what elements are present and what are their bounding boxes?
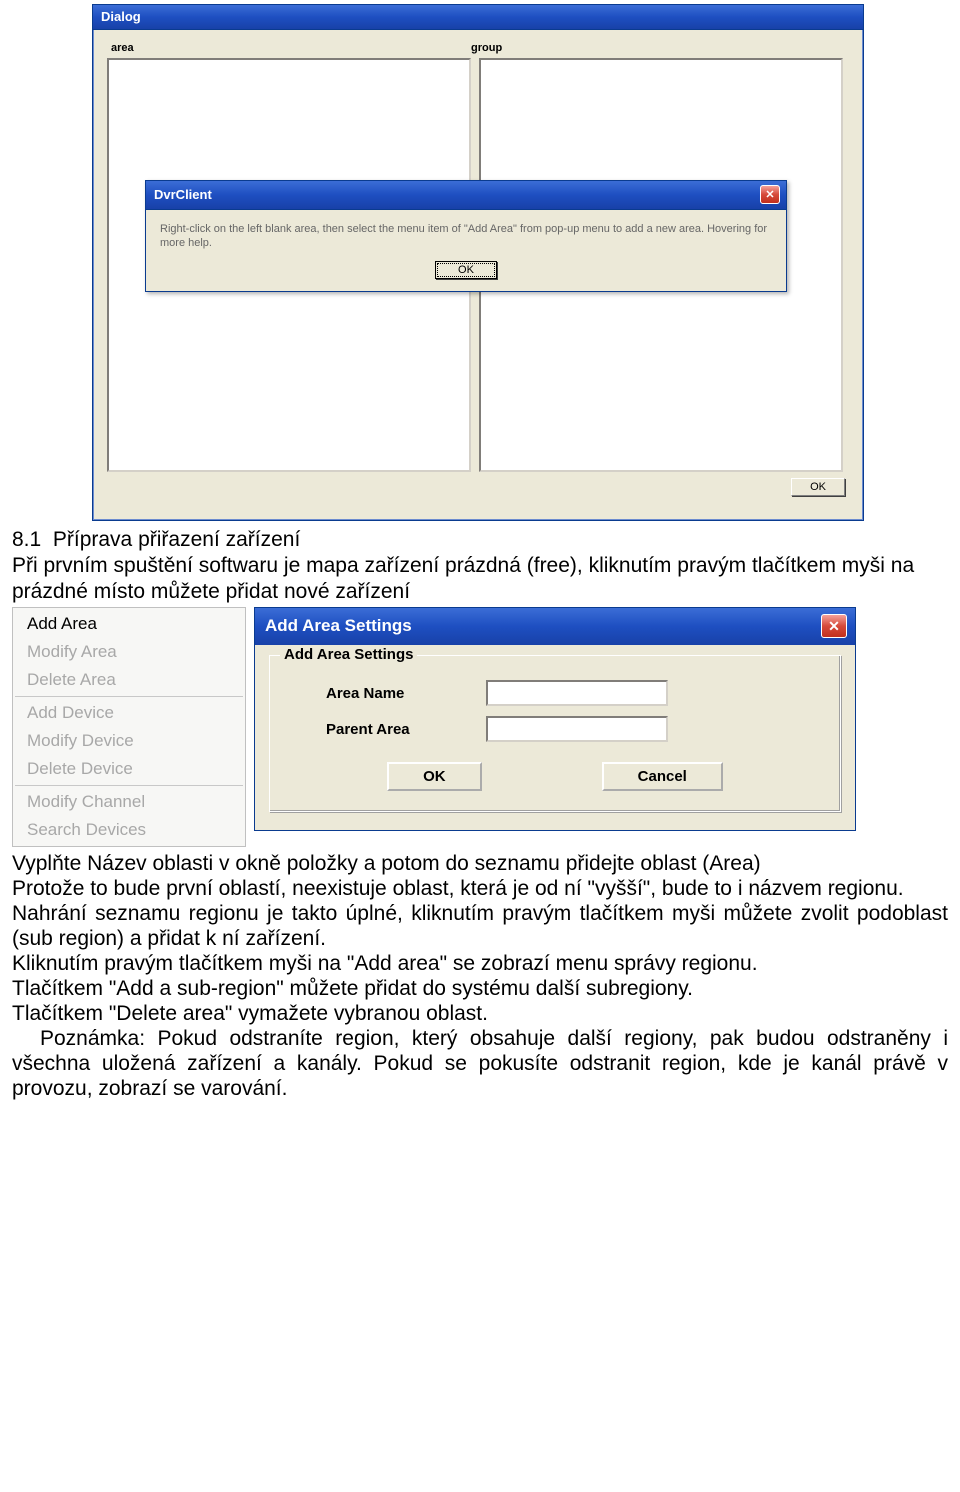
area-name-input[interactable]	[486, 680, 668, 706]
menu-add-area[interactable]: Add Area	[13, 610, 245, 638]
close-icon[interactable]: ✕	[821, 614, 847, 638]
add-area-ok-button[interactable]: OK	[387, 762, 482, 791]
add-area-settings-title: Add Area Settings	[265, 616, 412, 636]
dvrclient-ok-button[interactable]: OK	[435, 261, 497, 279]
dialog-window: Dialog area group OK DvrClient ✕ R	[92, 4, 864, 521]
add-area-settings-window: Add Area Settings ✕ Add Area Settings Ar…	[254, 607, 856, 831]
dvrclient-message: Right-click on the left blank area, then…	[160, 222, 772, 250]
dialog-titlebar[interactable]: Dialog	[93, 5, 863, 30]
parent-area-input[interactable]	[486, 716, 668, 742]
dialog-title: Dialog	[101, 9, 141, 24]
body-p8: Poznámka: Pokud odstraníte region, který…	[12, 1026, 948, 1101]
menu-delete-device[interactable]: Delete Device	[13, 755, 245, 783]
add-area-settings-titlebar[interactable]: Add Area Settings ✕	[255, 608, 855, 645]
body-p4: Nahrání seznamu regionu je takto úplné, …	[12, 901, 948, 951]
menu-delete-area[interactable]: Delete Area	[13, 666, 245, 694]
group-label: group	[471, 42, 831, 54]
body-p2: Vyplňte Název oblasti v okně položky a p…	[12, 851, 948, 876]
body-p7: Tlačítkem "Delete area" vymažete vybrano…	[12, 1001, 948, 1026]
section-heading: Příprava přiřazení zařízení	[53, 528, 300, 551]
close-icon[interactable]: ✕	[760, 185, 780, 204]
area-name-label: Area Name	[326, 685, 486, 702]
section-number: 8.1	[12, 528, 41, 551]
parent-area-label: Parent Area	[326, 721, 486, 738]
body-p6: Tlačítkem "Add a sub-region" můžete přid…	[12, 976, 948, 1001]
section-p1: Při prvním spuštění softwaru je mapa zař…	[12, 554, 914, 603]
menu-modify-device[interactable]: Modify Device	[13, 727, 245, 755]
dvrclient-titlebar[interactable]: DvrClient ✕	[146, 181, 786, 210]
body-p5: Kliknutím pravým tlačítkem myši na "Add …	[12, 951, 948, 976]
context-menu: Add Area Modify Area Delete Area Add Dev…	[12, 607, 246, 847]
menu-add-device[interactable]: Add Device	[13, 699, 245, 727]
menu-modify-channel[interactable]: Modify Channel	[13, 788, 245, 816]
body-p3: Protože to bude první oblastí, neexistuj…	[12, 876, 948, 901]
add-area-cancel-button[interactable]: Cancel	[602, 762, 723, 791]
menu-separator	[15, 696, 243, 697]
dvrclient-popup: DvrClient ✕ Right-click on the left blan…	[145, 180, 787, 292]
dialog-ok-button[interactable]: OK	[791, 478, 845, 496]
group-label: Add Area Settings	[280, 646, 417, 663]
area-label: area	[111, 42, 471, 54]
menu-search-devices[interactable]: Search Devices	[13, 816, 245, 844]
menu-separator	[15, 785, 243, 786]
dvrclient-title: DvrClient	[154, 187, 212, 202]
add-area-settings-group: Add Area Settings Area Name Parent Area …	[269, 655, 841, 812]
menu-modify-area[interactable]: Modify Area	[13, 638, 245, 666]
